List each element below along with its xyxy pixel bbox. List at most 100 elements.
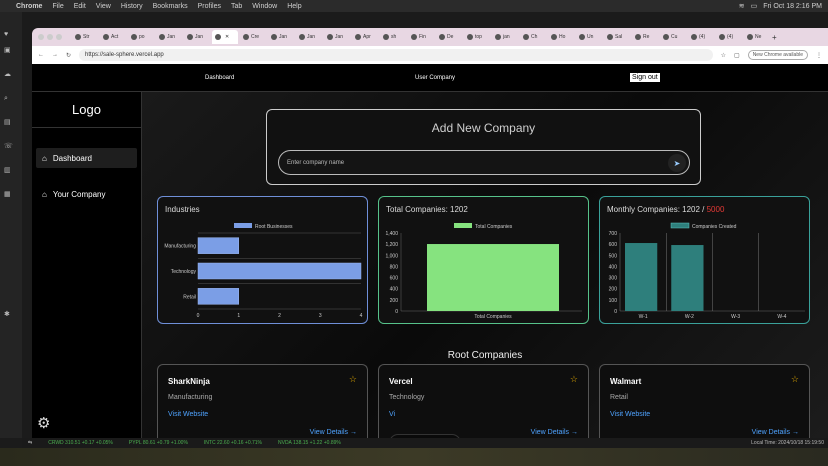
document-icon[interactable]: ▦: [4, 190, 18, 200]
menu-help[interactable]: Help: [287, 3, 301, 10]
browser-tab[interactable]: Act: [100, 30, 126, 44]
menu-bookmarks[interactable]: Bookmarks: [153, 3, 188, 10]
favicon-icon: [327, 34, 333, 40]
mac-menu-bar: Chrome File Edit View History Bookmarks …: [0, 0, 828, 12]
browser-tab[interactable]: po: [128, 30, 154, 44]
browser-tab[interactable]: sh: [380, 30, 406, 44]
battery-icon[interactable]: ▭: [751, 2, 758, 10]
browser-tab[interactable]: Cu: [660, 30, 686, 44]
menu-profiles[interactable]: Profiles: [198, 3, 221, 10]
visit-website-link[interactable]: Visit Website: [610, 411, 650, 418]
star-icon[interactable]: ☆: [791, 374, 799, 385]
url-field[interactable]: https://sale-sphere.vercel.app: [79, 49, 713, 61]
x-tick-label: 0: [197, 313, 200, 319]
y-tick-label: 1,200: [385, 242, 398, 248]
chat-icon[interactable]: ▤: [4, 118, 18, 128]
browser-tab[interactable]: Jan: [296, 30, 322, 44]
reload-icon[interactable]: ↻: [66, 52, 71, 59]
window-controls[interactable]: [38, 34, 62, 40]
forward-arrow-icon[interactable]: →: [52, 52, 58, 58]
y-tick-label: 1,000: [385, 253, 398, 259]
favicon-icon: [747, 34, 753, 40]
menu-view[interactable]: View: [96, 3, 111, 10]
browser-tab[interactable]: Jan: [268, 30, 294, 44]
nav-dashboard-link[interactable]: Dashboard: [205, 75, 234, 81]
company-name-input[interactable]: Enter company name ➤: [278, 150, 690, 175]
menu-app-name[interactable]: Chrome: [16, 3, 42, 10]
browser-tab[interactable]: jan: [492, 30, 518, 44]
menu-history[interactable]: History: [121, 3, 143, 10]
browser-tab[interactable]: Str: [72, 30, 98, 44]
favicon-icon: [215, 34, 221, 40]
category-label: W-3: [731, 314, 740, 320]
browser-tab-active[interactable]: ✕: [212, 30, 238, 44]
browser-tab[interactable]: (4): [688, 30, 714, 44]
sidebar-item-dashboard[interactable]: ⌂ Dashboard: [36, 148, 137, 168]
visit-website-link[interactable]: Visit Website: [168, 411, 208, 418]
nav-user-company-link[interactable]: User Company: [415, 75, 455, 81]
favicon-icon: [355, 34, 361, 40]
browser-tab[interactable]: Ne: [744, 30, 770, 44]
search-icon[interactable]: ⌕: [4, 94, 18, 104]
close-tab-icon[interactable]: ✕: [225, 34, 229, 40]
browser-tab[interactable]: Cre: [240, 30, 266, 44]
cloud-icon[interactable]: ☁: [4, 70, 18, 80]
legend-swatch: [454, 223, 472, 228]
ticker-item: PYPL 80.61 +0.79 +1.00%: [128, 440, 188, 446]
view-details-link[interactable]: View Details →: [531, 429, 578, 436]
browser-tab[interactable]: Re: [632, 30, 658, 44]
browser-tab[interactable]: Un: [576, 30, 602, 44]
browser-tab[interactable]: Ho: [548, 30, 574, 44]
favicon-icon: [187, 34, 193, 40]
browser-tab[interactable]: Jan: [324, 30, 350, 44]
phone-icon[interactable]: ☏: [4, 142, 18, 152]
visit-website-link[interactable]: Vi: [389, 411, 395, 418]
ticker-menu-icon[interactable]: ⇆: [28, 440, 32, 446]
bar: [197, 237, 239, 254]
more-menu-icon[interactable]: ⋮: [816, 52, 822, 59]
browser-tab[interactable]: Fin: [408, 30, 434, 44]
company-card: Vercel ☆ Technology Vi View Details →: [378, 364, 589, 438]
wifi-icon[interactable]: ≋: [739, 2, 745, 10]
send-icon[interactable]: ➤: [668, 154, 686, 172]
menu-clock[interactable]: Fri Oct 18 2:16 PM: [763, 3, 822, 10]
browser-tab[interactable]: Ch: [520, 30, 546, 44]
browser-tab[interactable]: Jan: [184, 30, 210, 44]
favicon-icon: [439, 34, 445, 40]
favicon-icon: [495, 34, 501, 40]
view-details-link[interactable]: View Details →: [310, 429, 357, 436]
back-arrow-icon[interactable]: ←: [38, 52, 44, 58]
settings-icon[interactable]: ✱: [4, 310, 18, 320]
menu-edit[interactable]: Edit: [74, 3, 86, 10]
sign-out-button[interactable]: Sign out: [630, 73, 660, 82]
home-icon: ⌂: [42, 153, 47, 163]
star-icon[interactable]: ☆: [570, 374, 578, 385]
menu-tab[interactable]: Tab: [231, 3, 242, 10]
gear-icon[interactable]: ⚙: [37, 414, 50, 432]
extensions-icon[interactable]: ▢: [734, 52, 740, 59]
favicon-icon: [635, 34, 641, 40]
sidebar-item-your-company[interactable]: ⌂ Your Company: [36, 184, 137, 204]
app-icon[interactable]: ▣: [4, 46, 18, 56]
y-tick-label: 200: [609, 287, 618, 293]
bar: [671, 245, 704, 311]
browser-tab[interactable]: top: [464, 30, 490, 44]
industries-chart-card: Industries Root Businesses Manufacturing T…: [157, 196, 368, 324]
browser-tab[interactable]: (4): [716, 30, 742, 44]
browser-tab[interactable]: De: [436, 30, 462, 44]
view-details-link[interactable]: View Details →: [752, 429, 799, 436]
category-label: Total Companies: [474, 314, 512, 320]
document-icon[interactable]: ▥: [4, 166, 18, 176]
logo: Logo: [32, 92, 141, 128]
heart-icon[interactable]: ♥: [4, 30, 18, 40]
browser-tab[interactable]: Apr: [352, 30, 378, 44]
browser-tab[interactable]: Jan: [156, 30, 182, 44]
browser-tab[interactable]: Sal: [604, 30, 630, 44]
menu-file[interactable]: File: [52, 3, 63, 10]
star-icon[interactable]: ☆: [349, 374, 357, 385]
bookmark-star-icon[interactable]: ☆: [721, 52, 726, 59]
new-chrome-available-button[interactable]: New Chrome available: [747, 50, 808, 60]
new-tab-plus-icon[interactable]: +: [772, 33, 777, 42]
company-name: SharkNinja: [168, 377, 210, 386]
menu-window[interactable]: Window: [252, 3, 277, 10]
